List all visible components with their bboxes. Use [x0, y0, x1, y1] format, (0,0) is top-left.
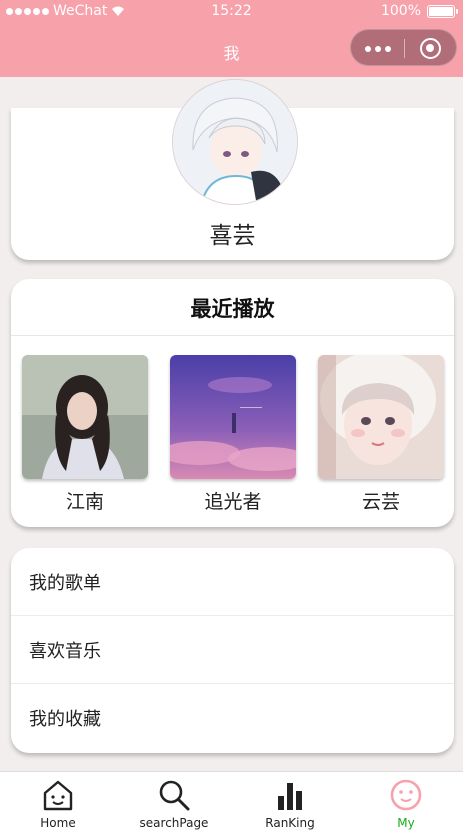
avatar[interactable] [172, 79, 298, 205]
album-cover[interactable] [170, 355, 296, 479]
tab-label: My [397, 816, 415, 830]
tab-home[interactable]: Home [0, 772, 116, 831]
close-mini-program-icon[interactable] [420, 38, 441, 59]
more-icon[interactable] [365, 46, 391, 52]
recent-title: 最近播放 [190, 297, 275, 321]
ranking-icon [278, 783, 302, 810]
song-name: 云芸 [361, 491, 400, 513]
album-cover[interactable] [318, 355, 444, 479]
song-name: 江南 [65, 491, 104, 513]
divider [11, 335, 454, 336]
capsule-divider [404, 39, 405, 58]
album-cover[interactable] [22, 355, 148, 479]
status-bar: WeChat 15:22 100% [0, 0, 463, 24]
recent-item-3[interactable]: 云芸 [318, 355, 444, 514]
menu-item-liked-music[interactable]: 喜欢音乐 [11, 616, 454, 684]
top-bar: WeChat 15:22 100% 我 [0, 0, 463, 77]
tab-label: RanKing [265, 816, 315, 830]
tab-label: Home [40, 816, 76, 830]
tab-ranking[interactable]: RanKing [232, 772, 348, 831]
tab-bar: Home searchPage RanKing My [0, 771, 463, 831]
song-name: 追光者 [204, 491, 262, 513]
menu-item-my-playlist[interactable]: 我的歌单 [11, 548, 454, 616]
tab-label: searchPage [139, 816, 209, 830]
tab-my[interactable]: My [348, 772, 463, 831]
my-icon [390, 779, 422, 811]
menu-item-my-favorites[interactable]: 我的收藏 [11, 684, 454, 752]
home-icon [43, 780, 73, 811]
recent-item-1[interactable]: 江南 [22, 355, 148, 514]
tab-search[interactable]: searchPage [116, 772, 232, 831]
mini-program-capsule [350, 29, 457, 66]
recent-played-card: 最近播放 江南 追光者 云芸 [11, 279, 454, 527]
battery-icon [427, 4, 458, 18]
battery-percent: 100% [380, 3, 421, 19]
username: 喜芸 [209, 223, 256, 249]
menu-card: 我的歌单 喜欢音乐 我的收藏 [11, 548, 454, 753]
recent-item-2[interactable]: 追光者 [170, 355, 296, 514]
search-icon [159, 780, 190, 811]
battery-status: 100% [380, 3, 458, 19]
